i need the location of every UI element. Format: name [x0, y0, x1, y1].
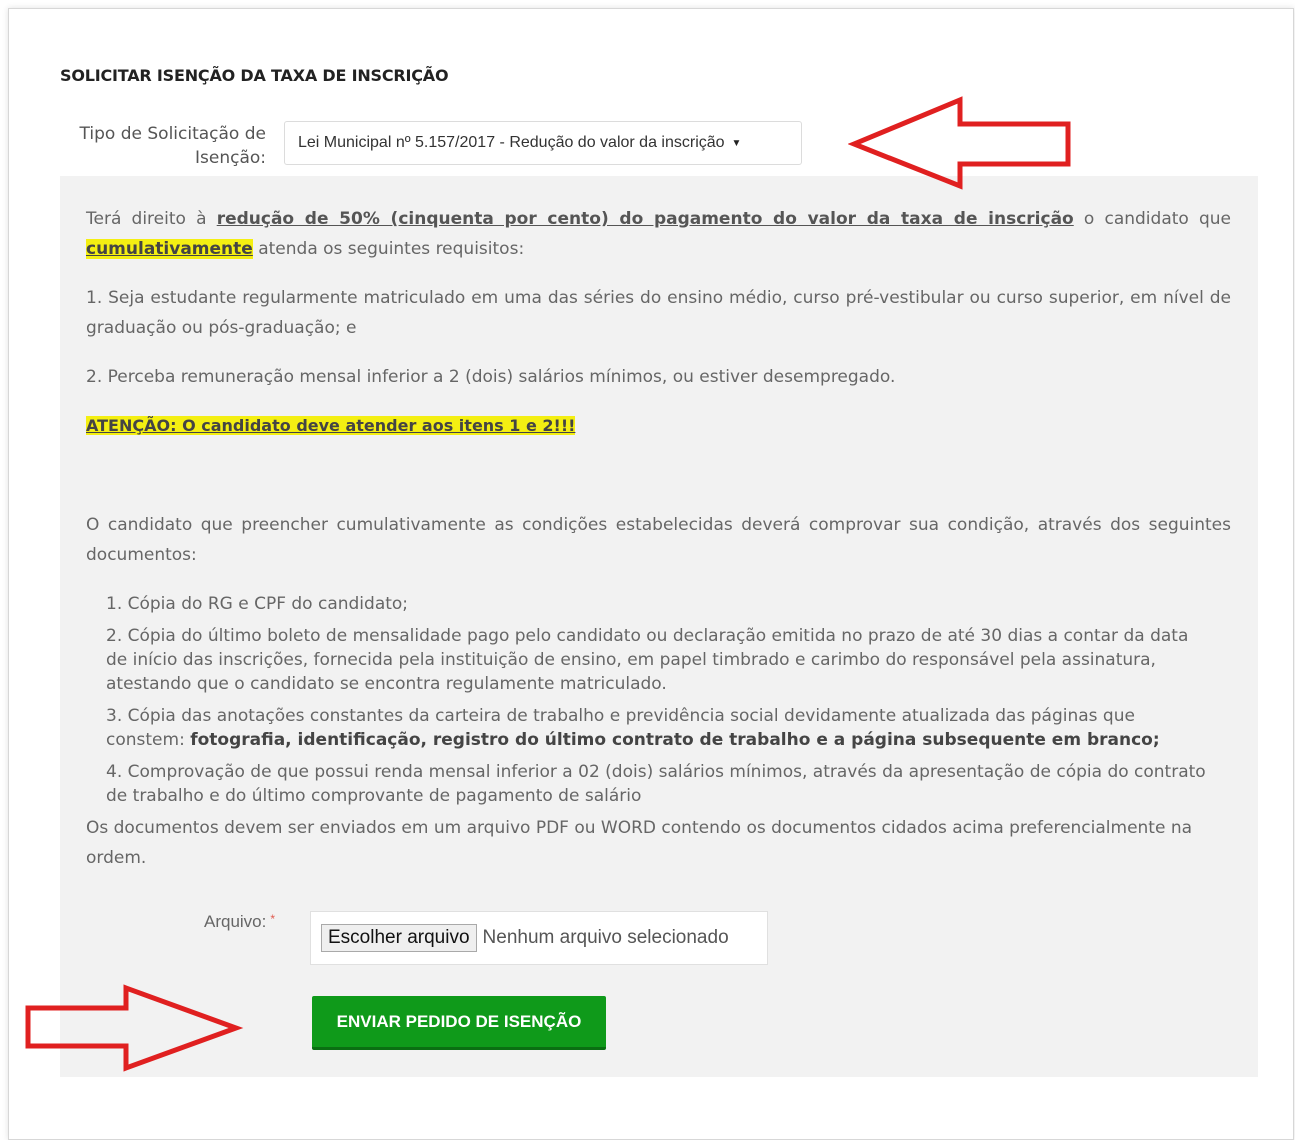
exemption-type-select[interactable]: Lei Municipal nº 5.157/2017 - Redução do… — [284, 121, 802, 165]
benefit-text-mid: o candidato que — [1073, 209, 1232, 229]
required-mark: * — [270, 912, 276, 926]
dropdown-caret-icon: ▼ — [731, 137, 742, 149]
document-item-1: 1. Cópia do RG e CPF do candidato; — [106, 594, 409, 614]
benefit-emphasis: redução de 50% (cinquenta por cento) do … — [216, 209, 1074, 229]
requirement-1: 1. Seja estudante regularmente matricula… — [86, 288, 1231, 338]
document-item-3-bold: fotografia, identificação, registro do ú… — [190, 730, 1160, 750]
submit-exemption-button[interactable]: ENVIAR PEDIDO DE ISENÇÃO — [312, 996, 606, 1050]
benefit-highlight: cumulativamente — [86, 239, 253, 259]
file-status: Nenhum arquivo selecionado — [482, 927, 729, 948]
exemption-type-label: Tipo de Solicitação de Isenção: — [79, 124, 266, 168]
documents-note: Os documentos devem ser enviados em um a… — [86, 818, 1193, 868]
document-item-4: 4. Comprovação de que possui renda mensa… — [106, 762, 1206, 806]
file-input[interactable]: Escolher arquivo Nenhum arquivo selecion… — [310, 911, 768, 965]
benefit-text-end: atenda os seguintes requisitos: — [252, 239, 525, 259]
benefit-text-start: Terá direito à — [86, 209, 217, 229]
right-arrow-annotation-icon — [25, 984, 244, 1072]
document-item-2: 2. Cópia do último boleto de mensalidade… — [106, 626, 1189, 694]
requirement-2: 2. Perceba remuneração mensal inferior a… — [86, 367, 896, 387]
document-item-3: 3. Cópia das anotações constantes da car… — [106, 704, 1211, 752]
attention-text: ATENÇÃO: O candidato deve atender aos it… — [86, 416, 576, 435]
file-label-text: Arquivo: — [204, 912, 267, 931]
exemption-type-selected-value: Lei Municipal nº 5.157/2017 - Redução do… — [298, 134, 725, 151]
info-paragraph-benefit: Terá direito à redução de 50% (cinquenta… — [86, 204, 1231, 264]
documents-intro: O candidato que preencher cumulativament… — [86, 515, 1231, 565]
left-arrow-annotation-icon — [848, 96, 1071, 190]
file-label: Arquivo: * — [204, 912, 275, 932]
documents-list: 1. Cópia do RG e CPF do candidato; 2. Có… — [106, 592, 1211, 816]
attention-notice: ATENÇÃO: O candidato deve atender aos it… — [86, 411, 1231, 441]
section-title: SOLICITAR ISENÇÃO DA TAXA DE INSCRIÇÃO — [60, 66, 449, 85]
choose-file-button[interactable]: Escolher arquivo — [321, 924, 477, 952]
